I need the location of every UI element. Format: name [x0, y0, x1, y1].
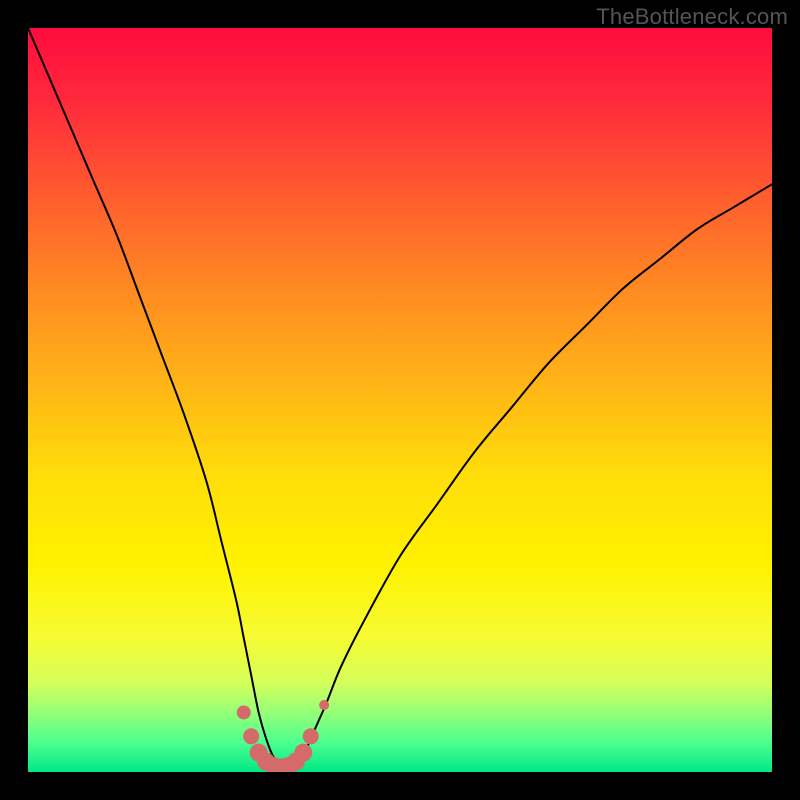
highlight-marker	[243, 728, 259, 744]
highlight-marker	[303, 728, 319, 744]
bottleneck-chart-svg	[28, 28, 772, 772]
highlight-marker	[294, 744, 312, 762]
highlight-marker	[237, 705, 251, 719]
plot-area	[28, 28, 772, 772]
gradient-background	[28, 28, 772, 772]
chart-frame: TheBottleneck.com	[0, 0, 800, 800]
highlight-marker	[319, 700, 329, 710]
watermark-text: TheBottleneck.com	[596, 4, 788, 30]
